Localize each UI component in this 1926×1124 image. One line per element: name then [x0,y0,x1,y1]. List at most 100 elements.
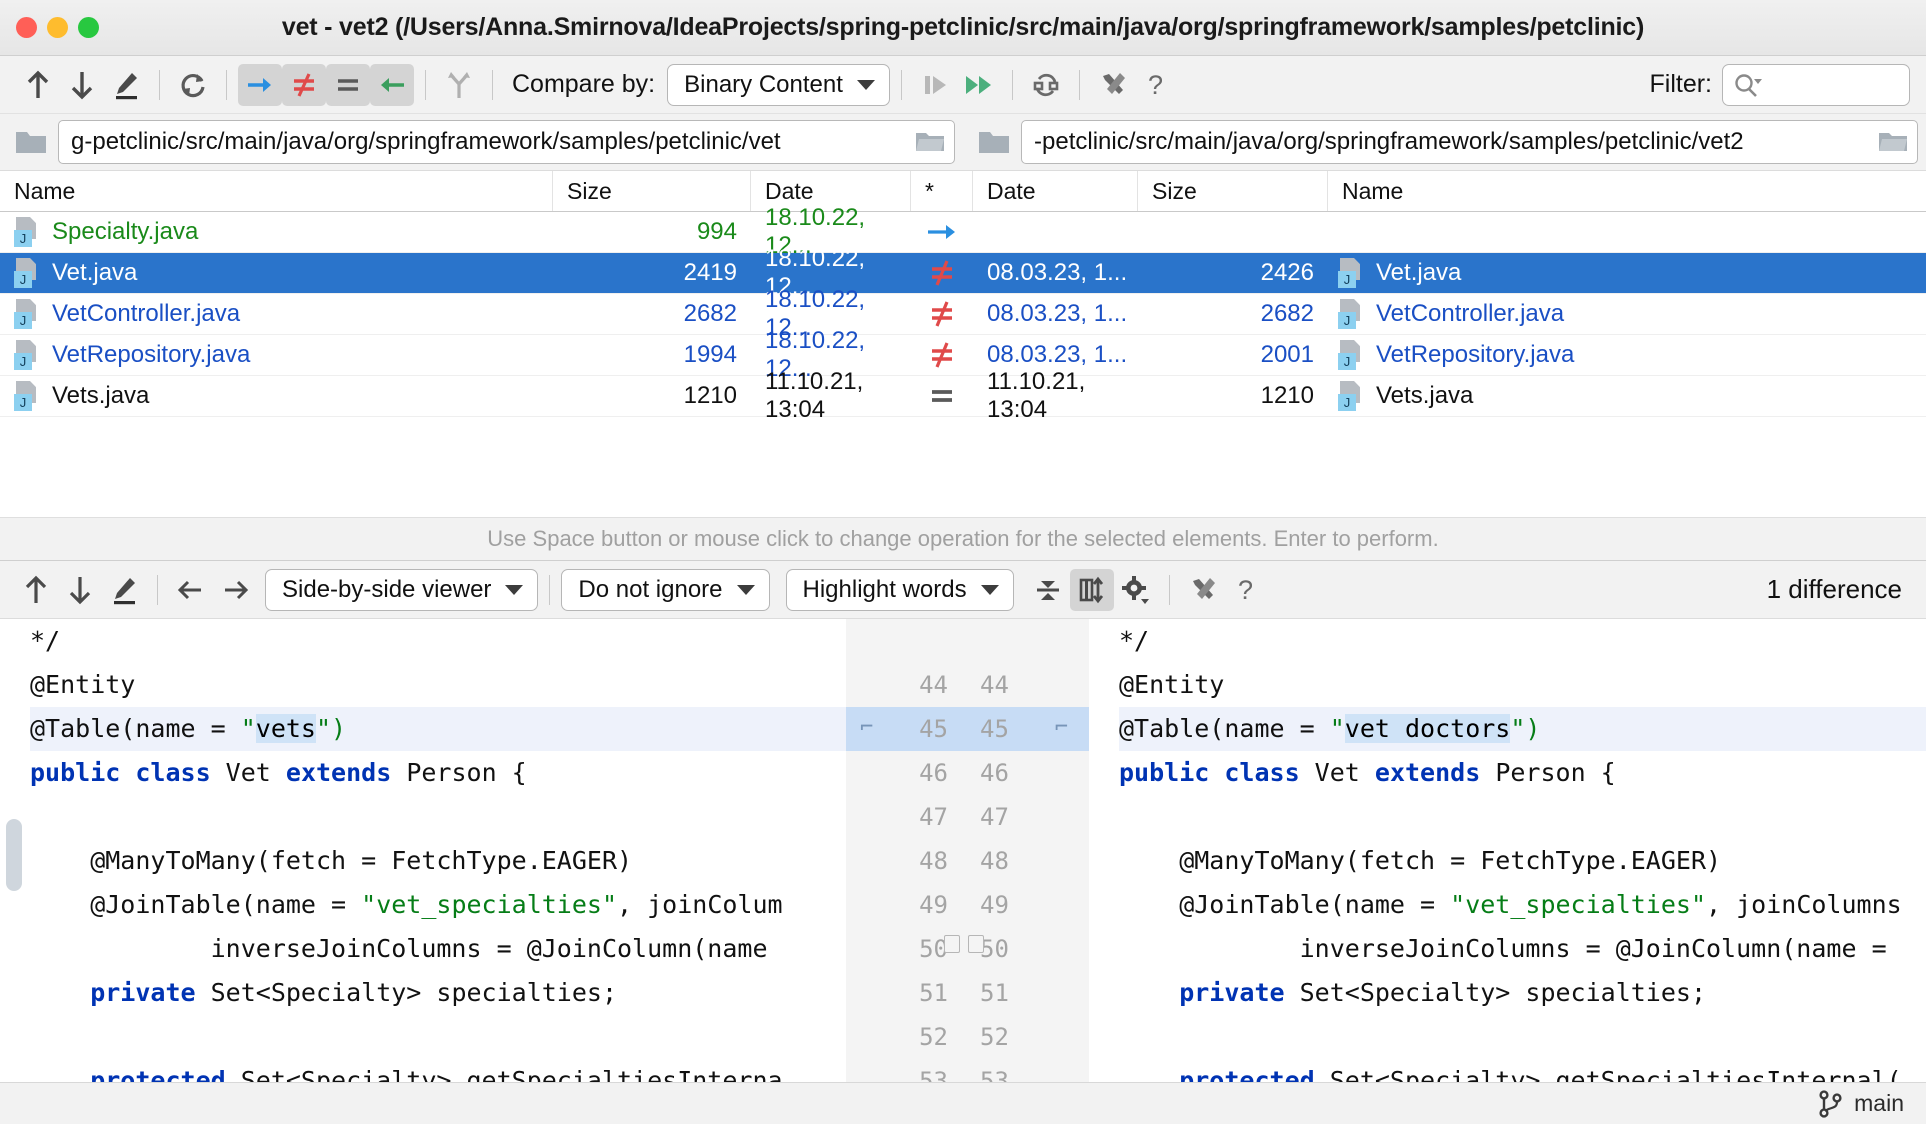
row-operation[interactable] [911,258,973,288]
java-file-icon: J [1338,381,1364,411]
diff-marker-right[interactable]: ⌐ [1055,715,1068,740]
left-path-field[interactable]: g-petclinic/src/main/java/org/springfram… [58,120,955,164]
help-icon[interactable]: ? [1135,64,1179,106]
filter-input[interactable] [1722,64,1910,106]
java-file-icon: J [1338,258,1364,288]
table-empty-space [0,417,1926,517]
row-size-right: 1210 [1138,382,1328,410]
column-header-name-right[interactable]: Name [1328,171,1926,211]
ignore-mode-dropdown[interactable]: Do not ignore [561,569,769,611]
compare-by-dropdown[interactable]: Binary Content [667,64,890,106]
step-play-icon[interactable] [913,64,957,106]
gear-icon[interactable] [1114,569,1158,611]
left-code-content: */@Entity@Table(name = "vets")public cla… [0,619,846,1082]
viewer-mode-dropdown[interactable]: Side-by-side viewer [265,569,538,611]
diff-marker-left[interactable]: ⌐ [860,715,873,740]
row-size-left: 2419 [553,259,751,287]
diff-arrow-left-icon[interactable] [169,569,213,611]
compare-by-label: Compare by: [512,70,655,99]
gutter-line: 5252 [846,1015,1089,1059]
arrow-down-icon[interactable] [60,64,104,106]
left-code-pane[interactable]: */@Entity@Table(name = "vets")public cla… [0,619,846,1082]
gutter-line: 4747 [846,795,1089,839]
row-name-left: JVets.java [0,381,553,411]
collapse-unchanged-icon[interactable] [1026,569,1070,611]
equal-toggle[interactable] [326,64,370,106]
column-header-operation[interactable]: * [911,171,973,211]
compare-by-value: Binary Content [684,71,843,99]
git-branch-icon [1818,1090,1844,1118]
fast-forward-icon[interactable] [957,64,1001,106]
row-date-right: 08.03.23, 1... [973,341,1138,369]
row-operation[interactable] [911,340,973,370]
browse-folder-icon [1877,129,1909,155]
row-filename-right: Vet.java [1376,259,1461,287]
close-button[interactable] [16,17,37,38]
copy-to-left-toggle[interactable] [370,64,414,106]
refresh-icon[interactable] [171,64,215,106]
java-file-icon: J [1338,299,1364,329]
java-file-icon: J [14,299,40,329]
row-operation[interactable] [911,381,973,411]
column-header-name-left[interactable]: Name [0,171,553,211]
chevron-down-icon [857,80,875,90]
code-line: @JoinTable(name = "vet_specialties", joi… [1119,883,1926,927]
row-operation[interactable] [911,220,973,244]
gutter-line: 5353 [846,1059,1089,1082]
arrow-up-icon[interactable] [16,64,60,106]
status-bar: main [0,1082,1926,1124]
diff-panes: */@Entity@Table(name = "vets")public cla… [0,619,1926,1082]
diff-gutter: 4444⌐4545⌐464647474848494950505151525253… [846,619,1089,1082]
gutter-line: 5050 [846,927,1089,971]
code-line: @ManyToMany(fetch = FetchType.EAGER) [1119,839,1926,883]
column-header-size-right[interactable]: Size [1138,171,1328,211]
minimize-button[interactable] [47,17,68,38]
fold-handle-right[interactable] [968,935,984,953]
gutter-line: 4444 [846,663,1089,707]
swap-icon[interactable] [1024,64,1068,106]
zoom-button[interactable] [78,17,99,38]
table-row[interactable]: JVets.java121011.10.21, 13:0411.10.21, 1… [0,376,1926,417]
row-name-left: JSpecialty.java [0,217,553,247]
right-path-field[interactable]: -petclinic/src/main/java/org/springframe… [1021,120,1918,164]
pencil-icon[interactable] [104,64,148,106]
fold-handle-left[interactable] [944,935,960,953]
window-controls[interactable] [0,17,99,38]
not-equal-toggle[interactable] [282,64,326,106]
table-row[interactable]: JVetController.java268218.10.22, 12...08… [0,294,1926,335]
left-pane-scroll-thumb[interactable] [6,819,22,891]
code-line [30,795,846,839]
gutter-line: 4848 [846,839,1089,883]
line-number-right: 53 [964,1067,1082,1082]
branch-name[interactable]: main [1854,1090,1904,1117]
code-line [1119,795,1926,839]
title-bar: vet - vet2 (/Users/Anna.Smirnova/IdeaPro… [0,0,1926,56]
highlight-mode-dropdown[interactable]: Highlight words [786,569,1014,611]
table-row[interactable]: JSpecialty.java99418.10.22, 12... [0,212,1926,253]
sync-scroll-icon[interactable] [1070,569,1114,611]
toolbar-separator [1012,70,1013,100]
diff-tools-icon[interactable] [1181,569,1225,611]
row-operation[interactable] [911,299,973,329]
row-filename-left: Vet.java [52,259,137,287]
copy-to-right-toggle[interactable] [238,64,282,106]
merge-icon[interactable] [437,64,481,106]
tools-icon[interactable] [1091,64,1135,106]
code-line: private Set<Specialty> specialties; [1119,971,1926,1015]
diff-pencil-icon[interactable] [102,569,146,611]
table-row[interactable]: JVet.java241918.10.22, 12...08.03.23, 1.… [0,253,1926,294]
diff-arrow-right-icon[interactable] [213,569,257,611]
chevron-down-icon [737,585,755,595]
line-number-left: 44 [846,671,964,699]
row-name-right: JVetRepository.java [1328,340,1926,370]
diff-prev-icon[interactable] [14,569,58,611]
line-number-left: 48 [846,847,964,875]
column-header-date-right[interactable]: Date [973,171,1138,211]
diff-help-icon[interactable]: ? [1225,569,1269,611]
column-header-size-left[interactable]: Size [553,171,751,211]
line-number-right: 49 [964,891,1082,919]
table-row[interactable]: JVetRepository.java199418.10.22, 12...08… [0,335,1926,376]
diff-next-icon[interactable] [58,569,102,611]
right-code-pane[interactable]: */@Entity@Table(name = "vet doctors")pub… [1089,619,1926,1082]
line-number-right: 44 [964,671,1082,699]
